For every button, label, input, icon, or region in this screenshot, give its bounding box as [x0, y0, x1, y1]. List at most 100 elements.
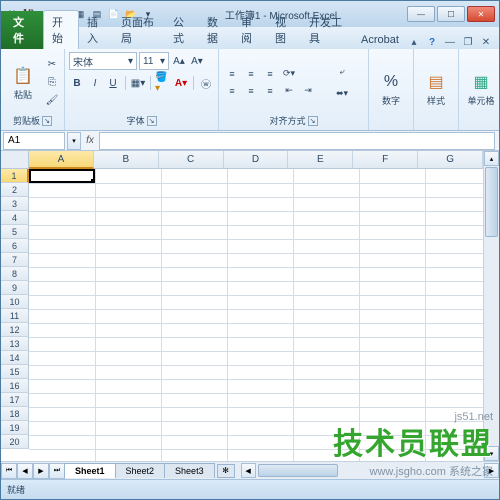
name-box[interactable]: A1 — [3, 132, 65, 150]
scroll-thumb[interactable] — [258, 464, 338, 477]
fx-icon[interactable]: fx — [81, 132, 99, 150]
row-header[interactable]: 9 — [1, 281, 29, 295]
scroll-thumb[interactable] — [485, 167, 498, 237]
cells-button[interactable]: ▦ 单元格 — [463, 61, 499, 117]
align-left-icon[interactable]: ≡ — [223, 83, 241, 99]
wrap-text-button[interactable]: ⤶ — [320, 60, 364, 82]
italic-button[interactable]: I — [87, 75, 103, 91]
align-right-icon[interactable]: ≡ — [261, 83, 279, 99]
align-bottom-icon[interactable]: ≡ — [261, 66, 279, 82]
tab-formulas[interactable]: 公式 — [165, 11, 199, 49]
align-middle-icon[interactable]: ≡ — [242, 66, 260, 82]
row-header[interactable]: 10 — [1, 295, 29, 309]
doc-close-icon[interactable]: ✕ — [479, 35, 493, 49]
dialog-launcher-icon[interactable]: ↘ — [147, 116, 157, 126]
cells-area[interactable] — [29, 169, 483, 461]
cut-icon[interactable]: ✂ — [44, 56, 60, 72]
doc-restore-icon[interactable]: ❐ — [461, 35, 475, 49]
select-all-corner[interactable] — [1, 151, 29, 169]
format-painter-icon[interactable]: 🖌 — [44, 92, 60, 108]
row-header[interactable]: 16 — [1, 379, 29, 393]
column-header[interactable]: G — [418, 151, 483, 169]
doc-minimize-icon[interactable]: — — [443, 35, 457, 49]
scroll-left-icon[interactable]: ◀ — [241, 463, 256, 478]
column-header[interactable]: A — [29, 151, 94, 169]
merge-center-button[interactable]: ⬌▾ — [320, 82, 364, 104]
dialog-launcher-icon[interactable]: ↘ — [308, 116, 318, 126]
tab-data[interactable]: 数据 — [199, 11, 233, 49]
first-sheet-icon[interactable]: ⏮ — [1, 463, 17, 479]
scroll-right-icon[interactable]: ▶ — [484, 463, 499, 478]
increase-indent-icon[interactable]: ⇥ — [299, 83, 317, 99]
row-header[interactable]: 7 — [1, 253, 29, 267]
row-header[interactable]: 19 — [1, 421, 29, 435]
next-sheet-icon[interactable]: ▶ — [33, 463, 49, 479]
tab-insert[interactable]: 插入 — [79, 11, 113, 49]
tab-home[interactable]: 开始 — [43, 10, 79, 49]
align-center-icon[interactable]: ≡ — [242, 83, 260, 99]
underline-button[interactable]: U — [105, 75, 121, 91]
shrink-font-icon[interactable]: A▾ — [189, 53, 205, 69]
bold-button[interactable]: B — [69, 75, 85, 91]
row-header[interactable]: 2 — [1, 183, 29, 197]
row-header[interactable]: 11 — [1, 309, 29, 323]
fill-color-button[interactable]: 🪣▾ — [155, 75, 171, 91]
sheet-tab[interactable]: Sheet2 — [115, 463, 166, 478]
copy-icon[interactable]: ⎘ — [44, 74, 60, 90]
row-header[interactable]: 3 — [1, 197, 29, 211]
tab-view[interactable]: 视图 — [267, 11, 301, 49]
tab-file[interactable]: 文件 — [1, 11, 43, 49]
sheet-tab[interactable]: Sheet1 — [64, 463, 116, 478]
close-button[interactable]: ✕ — [467, 6, 495, 22]
row-header[interactable]: 13 — [1, 337, 29, 351]
horizontal-scrollbar[interactable]: ◀ ▶ — [241, 463, 499, 479]
new-sheet-button[interactable]: ✻ — [217, 464, 235, 478]
column-header[interactable]: E — [288, 151, 353, 169]
dialog-launcher-icon[interactable]: ↘ — [42, 116, 52, 126]
row-header[interactable]: 17 — [1, 393, 29, 407]
row-header[interactable]: 6 — [1, 239, 29, 253]
maximize-button[interactable]: ☐ — [437, 6, 465, 22]
styles-button[interactable]: ▤ 样式 — [418, 61, 454, 117]
row-header[interactable]: 14 — [1, 351, 29, 365]
border-button[interactable]: ▦▾ — [130, 75, 146, 91]
prev-sheet-icon[interactable]: ◀ — [17, 463, 33, 479]
font-name-combo[interactable]: 宋体▾ — [69, 52, 137, 70]
column-header[interactable]: D — [224, 151, 289, 169]
scroll-up-icon[interactable]: ▴ — [484, 151, 499, 166]
phonetic-button[interactable]: ⓦ — [198, 75, 214, 91]
tab-acrobat[interactable]: Acrobat — [353, 31, 407, 49]
last-sheet-icon[interactable]: ⏭ — [49, 463, 65, 479]
row-header[interactable]: 12 — [1, 323, 29, 337]
column-header[interactable]: C — [159, 151, 224, 169]
number-format-button[interactable]: % 数字 — [373, 61, 409, 117]
row-header[interactable]: 4 — [1, 211, 29, 225]
tab-layout[interactable]: 页面布局 — [113, 11, 165, 49]
orientation-icon[interactable]: ⟳▾ — [280, 66, 298, 82]
tab-review[interactable]: 审阅 — [233, 11, 267, 49]
sheet-tab[interactable]: Sheet3 — [164, 463, 215, 478]
column-header[interactable]: F — [353, 151, 418, 169]
row-header[interactable]: 8 — [1, 267, 29, 281]
row-header[interactable]: 18 — [1, 407, 29, 421]
vertical-scrollbar[interactable]: ▴ ▾ — [483, 151, 499, 461]
align-top-icon[interactable]: ≡ — [223, 66, 241, 82]
minimize-button[interactable]: — — [407, 6, 435, 22]
formula-input[interactable] — [99, 132, 495, 150]
group-alignment: ≡ ≡ ≡ ⟳▾ ≡ ≡ ≡ ⇤ ⇥ ⤶ ⬌▾ 对齐方式↘ — [219, 49, 369, 130]
minimize-ribbon-icon[interactable]: ▴ — [407, 35, 421, 49]
row-header[interactable]: 1 — [1, 169, 29, 183]
paste-button[interactable]: 📋 粘贴 — [5, 54, 41, 110]
tab-dev[interactable]: 开发工具 — [301, 11, 353, 49]
row-header[interactable]: 20 — [1, 435, 29, 449]
row-header[interactable]: 5 — [1, 225, 29, 239]
name-box-dropdown[interactable]: ▾ — [67, 132, 81, 150]
grow-font-icon[interactable]: A▴ — [171, 53, 187, 69]
column-header[interactable]: B — [94, 151, 159, 169]
help-icon[interactable]: ? — [425, 35, 439, 49]
font-color-button[interactable]: A▾ — [173, 75, 189, 91]
scroll-down-icon[interactable]: ▾ — [484, 446, 499, 461]
decrease-indent-icon[interactable]: ⇤ — [280, 83, 298, 99]
font-size-combo[interactable]: 11▾ — [139, 52, 169, 70]
row-header[interactable]: 15 — [1, 365, 29, 379]
